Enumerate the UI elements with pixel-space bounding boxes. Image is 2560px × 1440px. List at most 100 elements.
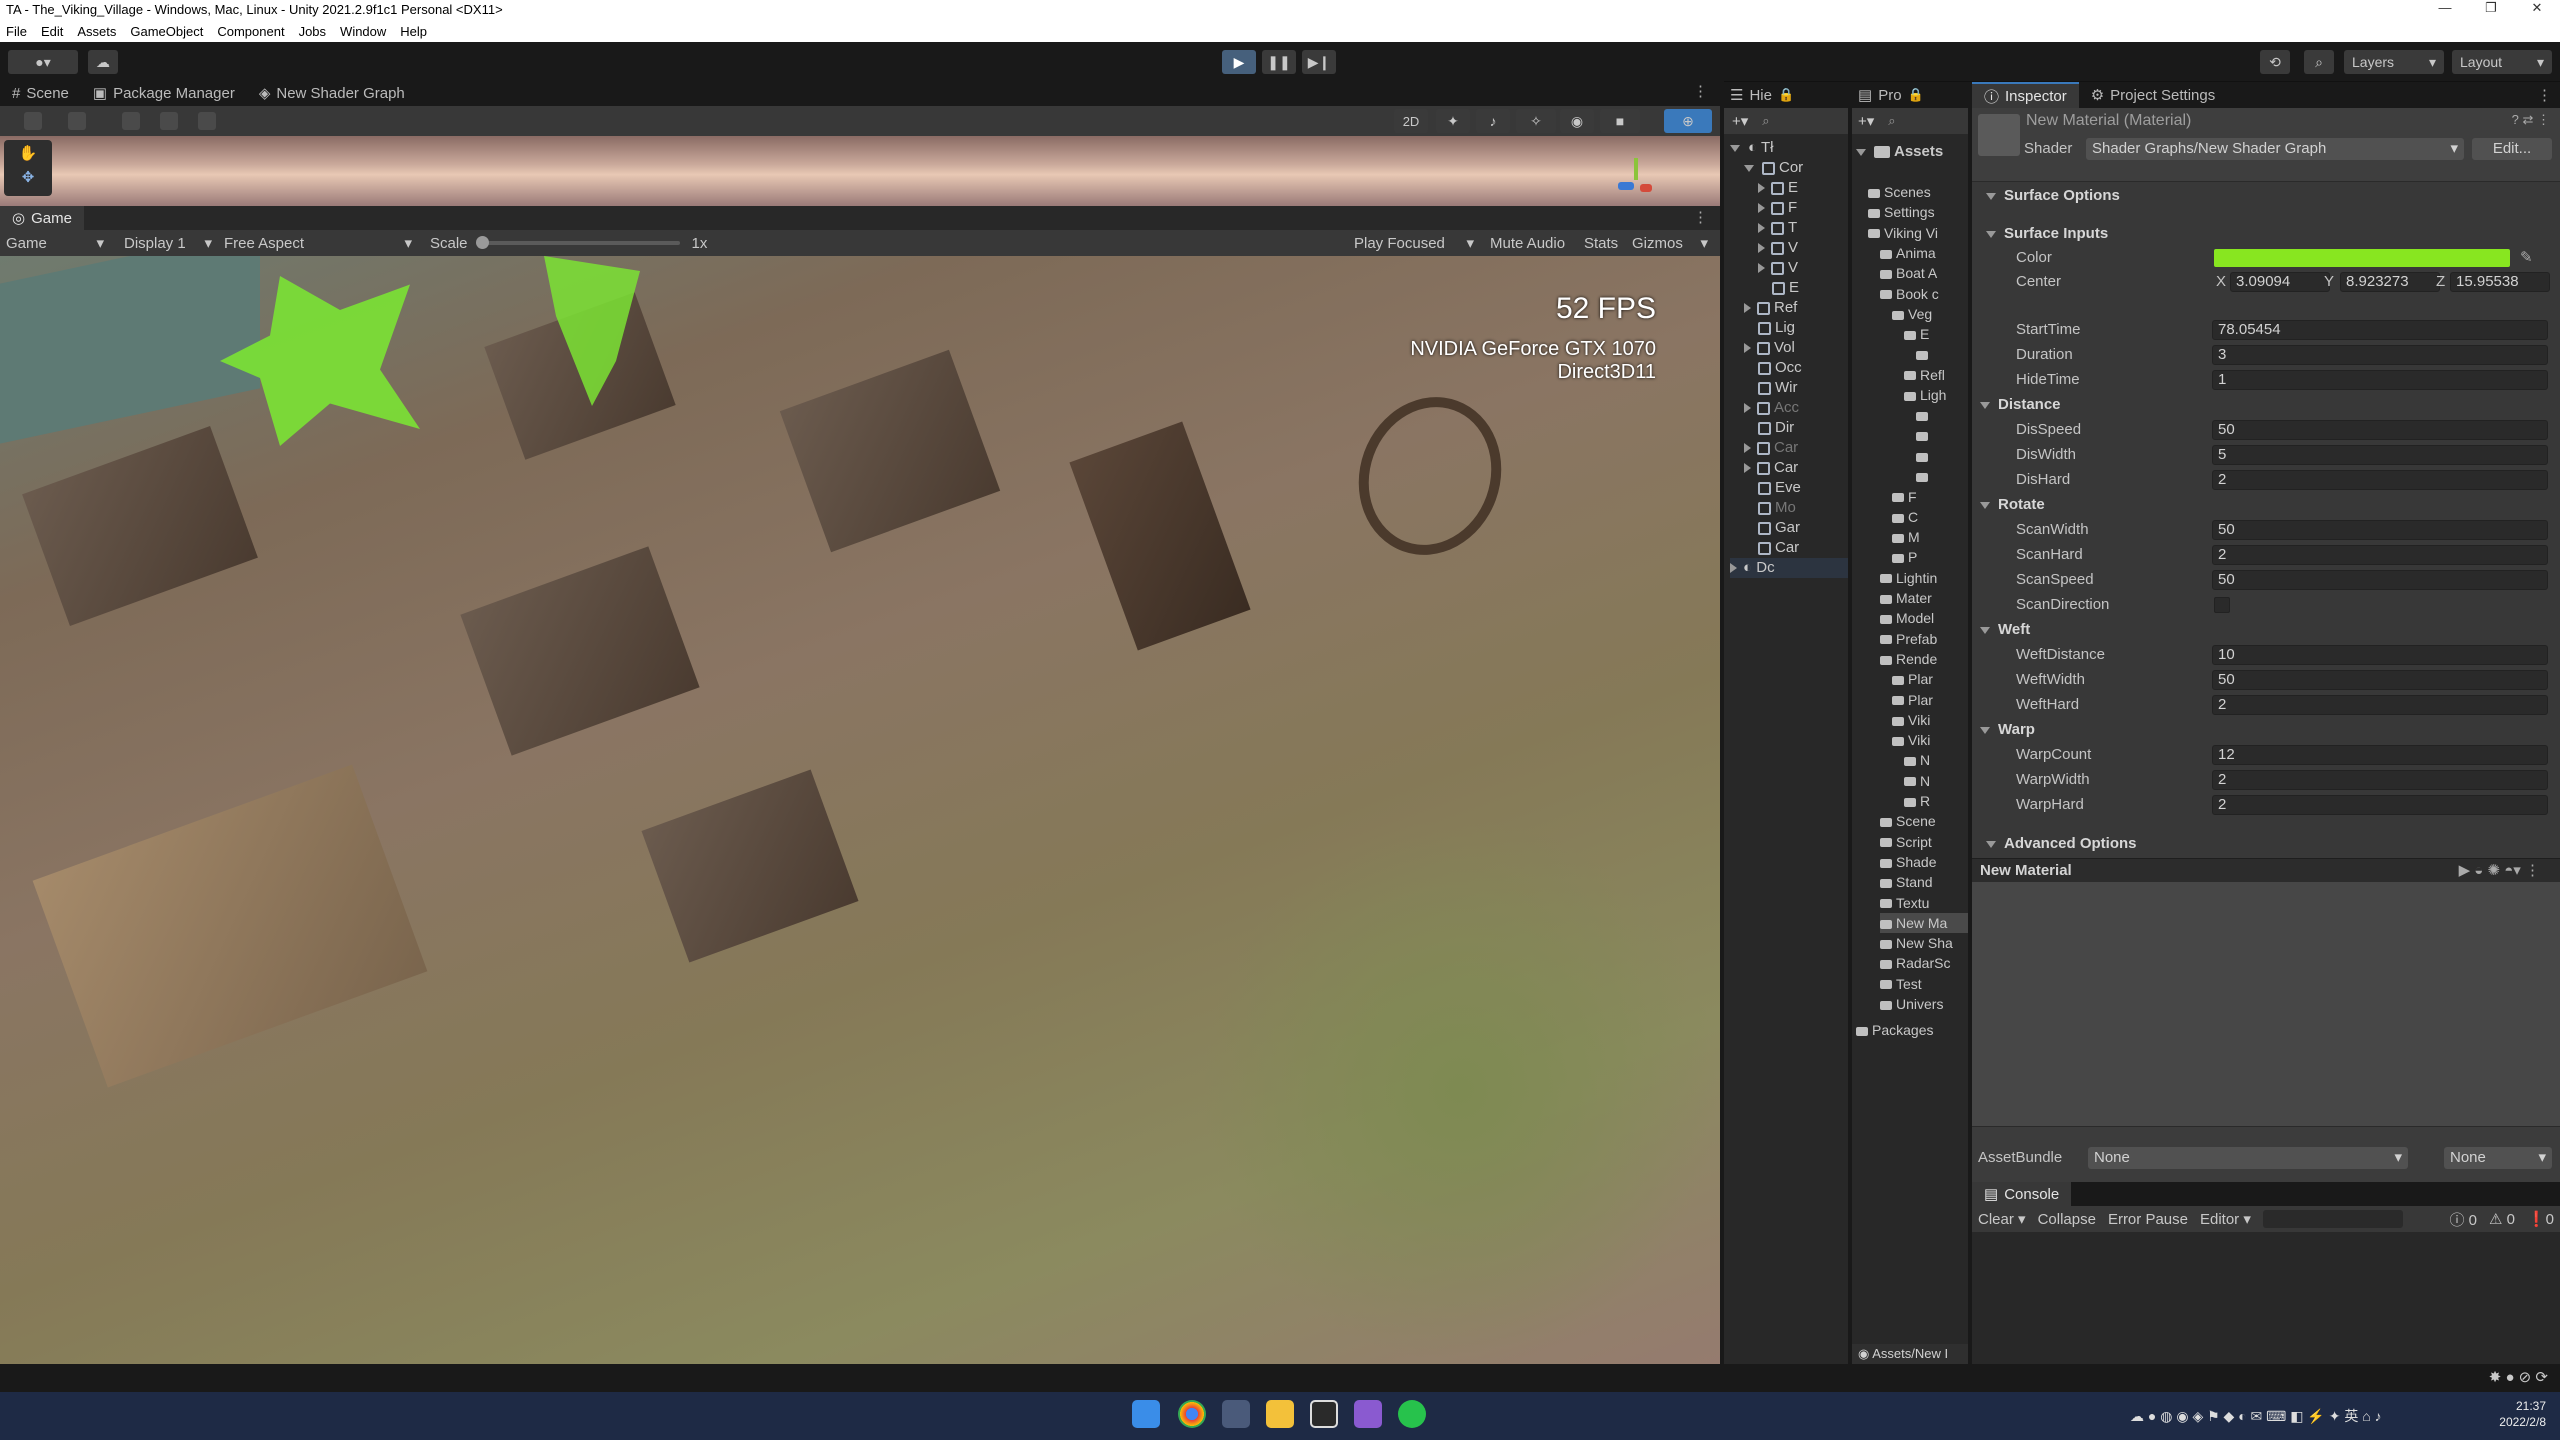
list-item[interactable]: Occ: [1758, 358, 1848, 378]
tab-hierarchy[interactable]: ☰ Hie: [1724, 82, 1778, 108]
display-dropdown[interactable]: Display 1 ▾: [118, 230, 218, 256]
pause-button[interactable]: ❚❚: [1262, 50, 1296, 74]
list-item[interactable]: [1916, 426, 1968, 446]
weft-hard-field[interactable]: 2: [2212, 695, 2548, 715]
warp-count-field[interactable]: 12: [2212, 745, 2548, 765]
eyedropper-icon[interactable]: ✎: [2520, 246, 2533, 270]
clear-dropdown[interactable]: Clear ▾: [1978, 1210, 2026, 1228]
menu-component[interactable]: Component: [217, 24, 284, 39]
scale-slider-handle[interactable]: [475, 236, 489, 249]
list-item[interactable]: [1916, 466, 1968, 486]
play-button[interactable]: ▶: [1222, 50, 1256, 74]
weft-width-field[interactable]: 50: [2212, 670, 2548, 690]
list-item[interactable]: Anima: [1880, 243, 1968, 263]
list-item[interactable]: Viki: [1892, 730, 1968, 750]
center-z-field[interactable]: 15.95538: [2450, 272, 2550, 292]
list-item[interactable]: Vol: [1744, 338, 1848, 358]
system-tray-icons[interactable]: ☁ ● ◍ ◉ ◈ ⚑ ◆ ◐ ✉ ⌨ ◧ ⚡ ✦ 英 ⌂ ♪: [2130, 1406, 2382, 1426]
align-icon[interactable]: [198, 112, 216, 130]
list-item[interactable]: New Sha: [1880, 933, 1968, 953]
color-swatch[interactable]: [2214, 249, 2510, 267]
menu-jobs[interactable]: Jobs: [299, 24, 326, 39]
clock[interactable]: 21:37 2022/2/8: [2499, 1398, 2546, 1430]
search-button[interactable]: ⌕: [2304, 50, 2334, 74]
list-item[interactable]: Car: [1744, 458, 1848, 478]
list-item[interactable]: Scenes: [1868, 182, 1968, 202]
effects-dropdown[interactable]: ✧: [1516, 109, 1556, 133]
maximize-button[interactable]: ❐: [2468, 0, 2514, 20]
list-item[interactable]: Packages: [1856, 1020, 1968, 1040]
menu-edit[interactable]: Edit: [41, 24, 63, 39]
lock-icon[interactable]: 🔒: [1778, 87, 1794, 103]
editor-dropdown[interactable]: Editor ▾: [2200, 1210, 2251, 1228]
list-item[interactable]: Boat A: [1880, 263, 1968, 283]
gizmos-toggle[interactable]: ⊕: [1664, 109, 1712, 133]
rotate-header[interactable]: Rotate: [1972, 493, 2560, 517]
list-item[interactable]: Lightin: [1880, 568, 1968, 588]
list-item[interactable]: Wir: [1758, 378, 1848, 398]
surface-inputs-header[interactable]: Surface Inputs: [1972, 222, 2560, 246]
list-item[interactable]: Ref: [1744, 298, 1848, 318]
list-item[interactable]: E: [1904, 324, 1968, 344]
list-item[interactable]: ◐ Dc: [1730, 558, 1848, 578]
assetbundle-dropdown[interactable]: None ▾: [2088, 1147, 2408, 1169]
list-item[interactable]: Viki: [1892, 710, 1968, 730]
dis-width-field[interactable]: 5: [2212, 445, 2548, 465]
list-item[interactable]: E: [1758, 178, 1848, 198]
list-item[interactable]: V: [1758, 238, 1848, 258]
lighting-toggle[interactable]: ✦: [1436, 109, 1470, 133]
visual-studio-icon[interactable]: [1354, 1400, 1382, 1428]
scan-speed-field[interactable]: 50: [2212, 570, 2548, 590]
weft-header[interactable]: Weft: [1972, 618, 2560, 642]
status-icons[interactable]: ✸ ● ⊘ ⟳: [2489, 1368, 2548, 1386]
scan-width-field[interactable]: 50: [2212, 520, 2548, 540]
warn-count-toggle[interactable]: ⚠ 0: [2489, 1210, 2515, 1228]
menu-help[interactable]: Help: [400, 24, 427, 39]
scene-gizmo[interactable]: [1616, 156, 1656, 196]
center-x-field[interactable]: 3.09094: [2230, 272, 2330, 292]
tab-scene[interactable]: # Scene: [0, 80, 81, 106]
lock-icon[interactable]: 🔒: [1908, 87, 1924, 103]
list-item[interactable]: R: [1904, 791, 1968, 811]
surface-options-header[interactable]: Surface Options: [1972, 184, 2560, 208]
game-tab-menu-icon[interactable]: ⋮: [1693, 208, 1708, 226]
list-item[interactable]: [1916, 446, 1968, 466]
dis-speed-field[interactable]: 50: [2212, 420, 2548, 440]
add-icon[interactable]: +▾: [1732, 112, 1748, 130]
list-item[interactable]: F: [1758, 198, 1848, 218]
windows-start-icon[interactable]: [1132, 1400, 1160, 1428]
warp-width-field[interactable]: 2: [2212, 770, 2548, 790]
menu-assets[interactable]: Assets: [77, 24, 116, 39]
list-item[interactable]: N: [1904, 771, 1968, 791]
minimize-button[interactable]: —: [2422, 0, 2468, 20]
scale-slider[interactable]: [475, 236, 680, 249]
advanced-options-header[interactable]: Advanced Options: [1972, 832, 2560, 856]
warp-hard-field[interactable]: 2: [2212, 795, 2548, 815]
layers-dropdown[interactable]: Layers ▾: [2344, 50, 2444, 74]
list-item[interactable]: Rende: [1880, 649, 1968, 669]
dis-hard-field[interactable]: 2: [2212, 470, 2548, 490]
list-item[interactable]: Book c: [1880, 284, 1968, 304]
audio-toggle[interactable]: ♪: [1476, 109, 1510, 133]
menu-gameobject[interactable]: GameObject: [130, 24, 203, 39]
hierarchy-scene-root[interactable]: ◐ Tł: [1730, 138, 1848, 158]
list-item[interactable]: Eve: [1758, 478, 1848, 498]
hide-time-field[interactable]: 1: [2212, 370, 2548, 390]
stats-toggle[interactable]: Stats: [1574, 230, 1628, 256]
unity-icon[interactable]: [1310, 1400, 1338, 1428]
search-icon[interactable]: ⌕: [1762, 113, 1769, 129]
cloud-button[interactable]: ☁: [88, 50, 118, 74]
tab-menu-icon[interactable]: ⋮: [1693, 82, 1708, 100]
add-icon[interactable]: +▾: [1858, 112, 1874, 130]
game-viewport[interactable]: 52 FPS NVIDIA GeForce GTX 1070 Direct3D1…: [0, 256, 1720, 1364]
list-item[interactable]: New Ma: [1880, 912, 1968, 933]
grid-snap-icon[interactable]: [122, 112, 140, 130]
error-count-toggle[interactable]: ❗0: [2527, 1210, 2554, 1228]
list-item[interactable]: Car: [1758, 538, 1848, 558]
duration-field[interactable]: 3: [2212, 345, 2548, 365]
list-item[interactable]: Ligh: [1904, 385, 1968, 405]
tab-game[interactable]: ◎ Game: [0, 206, 84, 230]
list-item[interactable]: E: [1772, 278, 1848, 298]
list-item[interactable]: Shade: [1880, 852, 1968, 872]
list-item[interactable]: Car: [1744, 438, 1848, 458]
